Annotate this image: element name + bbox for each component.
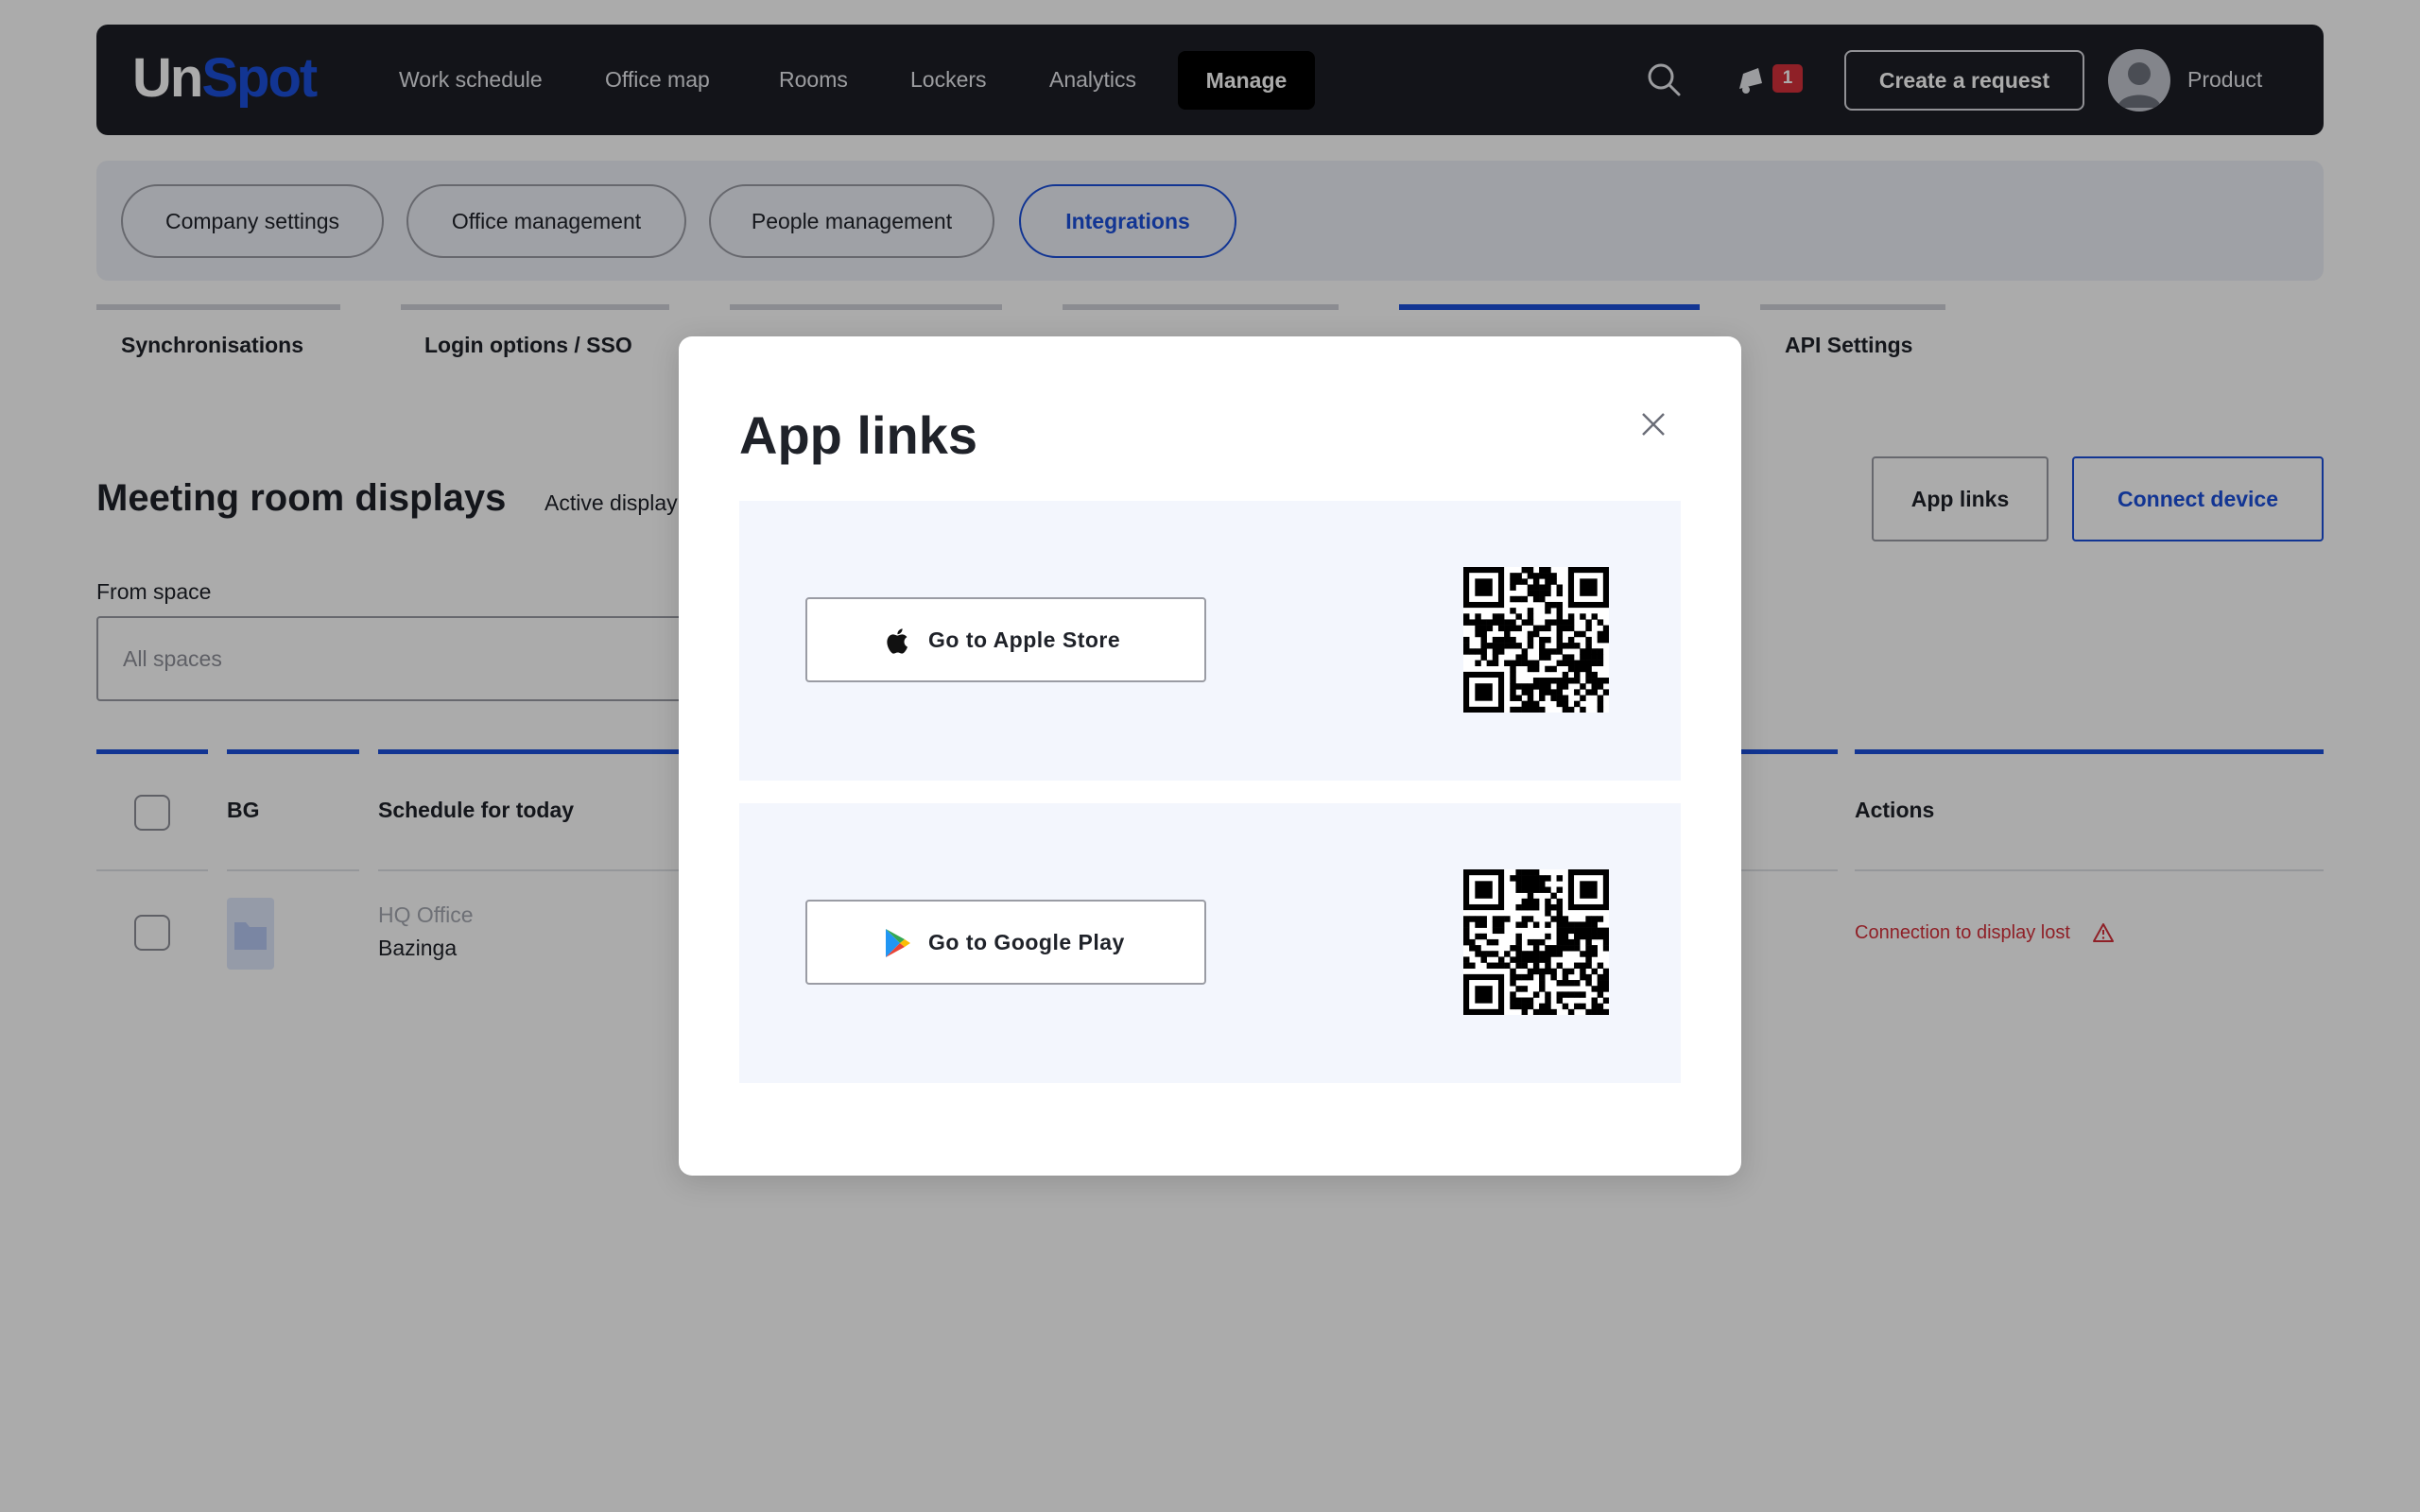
google-play-icon bbox=[886, 929, 910, 957]
google-play-panel: Go to Google Play bbox=[739, 803, 1681, 1083]
google-play-button[interactable]: Go to Google Play bbox=[805, 900, 1206, 985]
modal-title: App links bbox=[739, 405, 978, 465]
close-icon[interactable] bbox=[1634, 404, 1673, 444]
apple-store-panel: Go to Apple Store bbox=[739, 501, 1681, 781]
google-play-qr-code bbox=[1463, 869, 1609, 1015]
apple-store-label: Go to Apple Store bbox=[928, 627, 1121, 652]
app-links-modal: App links Go to Apple Store Go to Google… bbox=[679, 336, 1741, 1176]
google-play-label: Go to Google Play bbox=[928, 930, 1125, 954]
apple-store-button[interactable]: Go to Apple Store bbox=[805, 597, 1206, 682]
apple-store-qr-code bbox=[1463, 567, 1609, 713]
apple-icon bbox=[887, 628, 908, 654]
